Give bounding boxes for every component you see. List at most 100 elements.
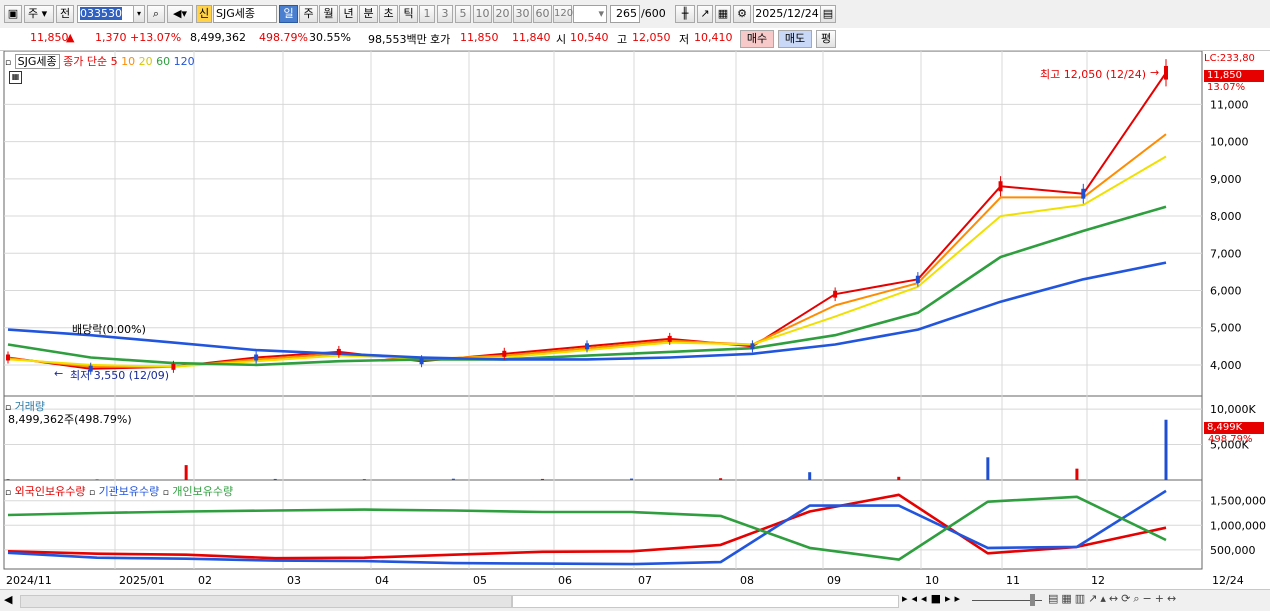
interval-60-button[interactable]: 60 xyxy=(533,5,552,23)
volume-value: 8,499,362 xyxy=(190,31,246,44)
scroll-thumb[interactable] xyxy=(512,595,899,608)
window-menu-icon[interactable]: ▣ xyxy=(4,5,22,23)
scroll-left-icon[interactable]: ◀ xyxy=(4,593,12,606)
volume-bar xyxy=(362,479,366,480)
ma-60-label: 60 xyxy=(156,55,171,68)
change-value: 1,370 xyxy=(95,31,127,44)
date-input[interactable]: 2025/12/24 xyxy=(753,5,821,23)
candle-body xyxy=(254,354,259,361)
x-axis-label: 2025/01 xyxy=(119,574,165,587)
individual-holding-label[interactable]: 개인보유수량 xyxy=(172,485,233,498)
horizontal-scrollbar[interactable] xyxy=(20,595,512,608)
max-arrow-icon: → xyxy=(1150,66,1160,79)
x-axis-label: 02 xyxy=(198,574,212,587)
ma-title[interactable]: 종가 단순 xyxy=(63,55,107,68)
eval-button[interactable]: 평 xyxy=(816,30,836,48)
candle-body xyxy=(171,363,176,370)
volume-bar xyxy=(1164,419,1168,480)
volume-bar xyxy=(184,465,188,480)
price-y-tick: 5,000 xyxy=(1210,322,1242,335)
price-y-tick: 10,000 xyxy=(1210,136,1249,149)
volume-value-text: 8,499,362주(498.79%) xyxy=(8,413,132,426)
candle-body xyxy=(6,354,10,361)
grid-icon[interactable]: ▦ xyxy=(715,5,731,23)
foreign-holding-label[interactable]: 외국인보유수량 xyxy=(15,485,86,498)
market-type-select[interactable]: 주 ▾ xyxy=(24,5,54,23)
calculator-icon[interactable]: ▦ xyxy=(9,71,22,84)
buy-button[interactable]: 매수 xyxy=(740,30,774,48)
speaker-icon[interactable]: ◀▾ xyxy=(167,5,193,23)
price-y-tick: 9,000 xyxy=(1210,173,1242,186)
period-minute-button[interactable]: 분 xyxy=(359,5,378,23)
ma-10-label: 10 xyxy=(121,55,136,68)
holding-y-tick: 1,000,000 xyxy=(1210,519,1266,532)
stock-name-field[interactable]: SJG세종 xyxy=(213,5,277,23)
interval-3-button[interactable]: 3 xyxy=(437,5,453,23)
custom-interval-input[interactable]: ▾ xyxy=(573,5,607,23)
zoom-slider-handle[interactable] xyxy=(1030,594,1035,606)
interval-5-button[interactable]: 5 xyxy=(455,5,471,23)
calendar-icon[interactable]: ▤ xyxy=(820,5,836,23)
candle-body xyxy=(502,350,507,357)
ma-120-label: 120 xyxy=(173,55,195,68)
min-annotation: 최저 3,550 (12/09) xyxy=(70,369,170,382)
x-axis-label: 2024/11 xyxy=(6,574,52,587)
indiv-dot-icon: ▫ xyxy=(162,488,169,498)
interval-30-button[interactable]: 30 xyxy=(513,5,532,23)
legend-dot-icon: ▫ xyxy=(5,58,12,68)
low-value: 10,410 xyxy=(694,31,733,44)
toolbar: ▣ 주 ▾ 전 033530 ▾ ⌕ ◀▾ 신 SJG세종 일 주 월 년 분 … xyxy=(0,0,1270,29)
period-week-button[interactable]: 주 xyxy=(299,5,318,23)
ma-10-line xyxy=(7,133,1167,368)
count-input[interactable]: 265 xyxy=(610,5,640,23)
x-axis-label: 06 xyxy=(558,574,572,587)
institution-holding-label[interactable]: 기관보유수량 xyxy=(99,485,160,498)
high-label: 고 xyxy=(617,33,628,46)
change-pct: +13.07% xyxy=(130,31,182,44)
stock-chart-svg: 2024/11 2025/01 02 03 04 05 06 07 08 09 10 11 12 12/2… xyxy=(3,50,1266,587)
x-axis-label: 09 xyxy=(827,574,841,587)
volume-bar xyxy=(630,478,634,480)
period-day-button[interactable]: 일 xyxy=(279,5,298,23)
open-label: 시 xyxy=(556,33,567,46)
volume-ratio: 498.79% xyxy=(259,31,308,44)
prev-button[interactable]: 전 xyxy=(56,5,74,23)
price-y-tick: 8,000 xyxy=(1210,210,1242,223)
price-y-tick: 6,000 xyxy=(1210,285,1242,298)
x-axis-label: 08 xyxy=(740,574,754,587)
view-tools-icon[interactable]: ▤▦▥↗▴↔⟳⌕−+↔ xyxy=(1048,592,1179,606)
search-icon[interactable]: ⌕ xyxy=(147,5,165,23)
ma-5-line xyxy=(7,72,1167,370)
candle-body xyxy=(998,181,1003,192)
stock-tag[interactable]: SJG세종 xyxy=(14,54,60,69)
candle-body xyxy=(1164,65,1168,80)
ma-20-label: 20 xyxy=(138,55,153,68)
holding-dot-icon: ▫ xyxy=(5,488,12,498)
x-axis-label: 05 xyxy=(473,574,487,587)
interval-1-button[interactable]: 1 xyxy=(419,5,435,23)
period-tick-button[interactable]: 틱 xyxy=(399,5,418,23)
volume-bar xyxy=(451,478,455,480)
volume-bar xyxy=(808,472,812,480)
volume-bar xyxy=(719,478,723,480)
draw-tool-icon[interactable]: ↗ xyxy=(697,5,713,23)
playback-controls-icon[interactable]: ▸◂◂■▸▸ xyxy=(902,592,964,605)
interval-120-button[interactable]: 120 xyxy=(553,5,573,23)
period-month-button[interactable]: 월 xyxy=(319,5,338,23)
open-value: 10,540 xyxy=(570,31,609,44)
x-axis-label: 04 xyxy=(375,574,389,587)
price-legend: ▫ SJG세종 종가 단순 5 10 20 60 120 xyxy=(5,53,195,69)
max-annotation: 최고 12,050 (12/24) xyxy=(1040,68,1147,81)
period-year-button[interactable]: 년 xyxy=(339,5,358,23)
gear-icon[interactable]: ⚙ xyxy=(733,5,751,23)
interval-10-button[interactable]: 10 xyxy=(473,5,492,23)
candle-body xyxy=(833,290,838,298)
period-second-button[interactable]: 초 xyxy=(379,5,398,23)
code-dropdown-icon[interactable]: ▾ xyxy=(133,5,145,23)
volume-bar xyxy=(1075,468,1079,480)
interval-20-button[interactable]: 20 xyxy=(493,5,512,23)
candle-type-icon[interactable]: ╫ xyxy=(675,5,695,23)
current-price: 11,850 xyxy=(30,31,69,44)
volume-tag: 8,499K xyxy=(1204,422,1264,434)
sell-button[interactable]: 매도 xyxy=(778,30,812,48)
